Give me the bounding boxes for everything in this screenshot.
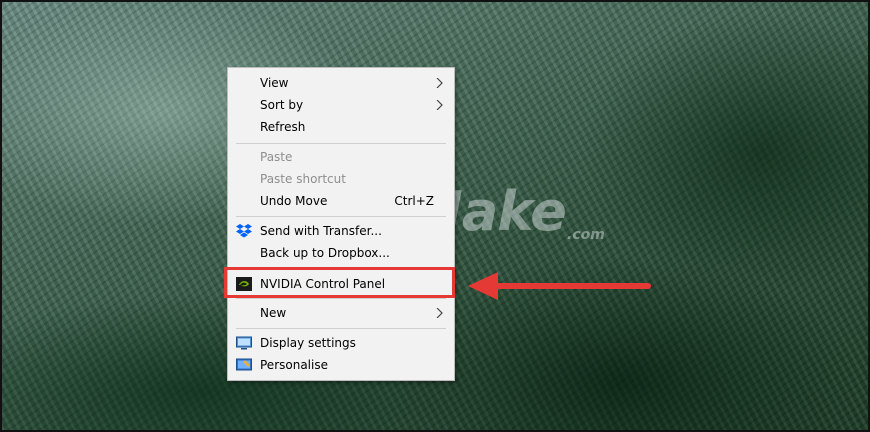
menu-item-label: Send with Transfer... [260,224,382,238]
menu-item-label: Refresh [260,120,306,134]
dropbox-icon [236,224,252,238]
menu-item-label: Sort by [260,98,304,112]
chevron-right-icon [436,78,443,88]
watermark-suffix: .com [567,227,605,243]
menu-separator [236,298,446,299]
menu-item-label: New [260,306,287,320]
chevron-right-icon [436,100,443,110]
menu-item-personalise[interactable]: Personalise [228,354,454,376]
menu-item-undo-move[interactable]: Undo Move Ctrl+Z [228,190,454,212]
menu-item-label: Personalise [260,358,328,372]
menu-item-display-settings[interactable]: Display settings [228,332,454,354]
personalise-icon [236,358,252,371]
menu-item-sort-by[interactable]: Sort by [228,94,454,116]
pointer-arrow-icon [468,272,651,300]
menu-item-new[interactable]: New [228,302,454,324]
menu-separator [236,328,446,329]
menu-item-label: View [260,76,289,90]
menu-item-send-with-transfer[interactable]: Send with Transfer... [228,220,454,242]
chevron-right-icon [436,308,443,318]
display-icon [236,336,252,350]
menu-item-label: Undo Move [260,194,328,208]
menu-item-refresh[interactable]: Refresh [228,116,454,138]
menu-separator [236,216,446,217]
menu-item-shortcut: Ctrl+Z [394,194,434,208]
menu-item-label: Paste shortcut [260,172,346,186]
menu-item-label: Back up to Dropbox... [260,246,390,260]
menu-item-backup-dropbox[interactable]: Back up to Dropbox... [228,242,454,264]
menu-item-paste[interactable]: Paste [228,146,454,168]
menu-item-label: Paste [260,150,293,164]
menu-item-label: Display settings [260,336,356,350]
menu-item-paste-shortcut[interactable]: Paste shortcut [228,168,454,190]
menu-separator [236,143,446,144]
highlight-box [224,267,455,298]
menu-item-view[interactable]: View [228,72,454,94]
desktop-context-menu: View Sort by Refresh Paste Paste shortcu… [227,67,455,381]
